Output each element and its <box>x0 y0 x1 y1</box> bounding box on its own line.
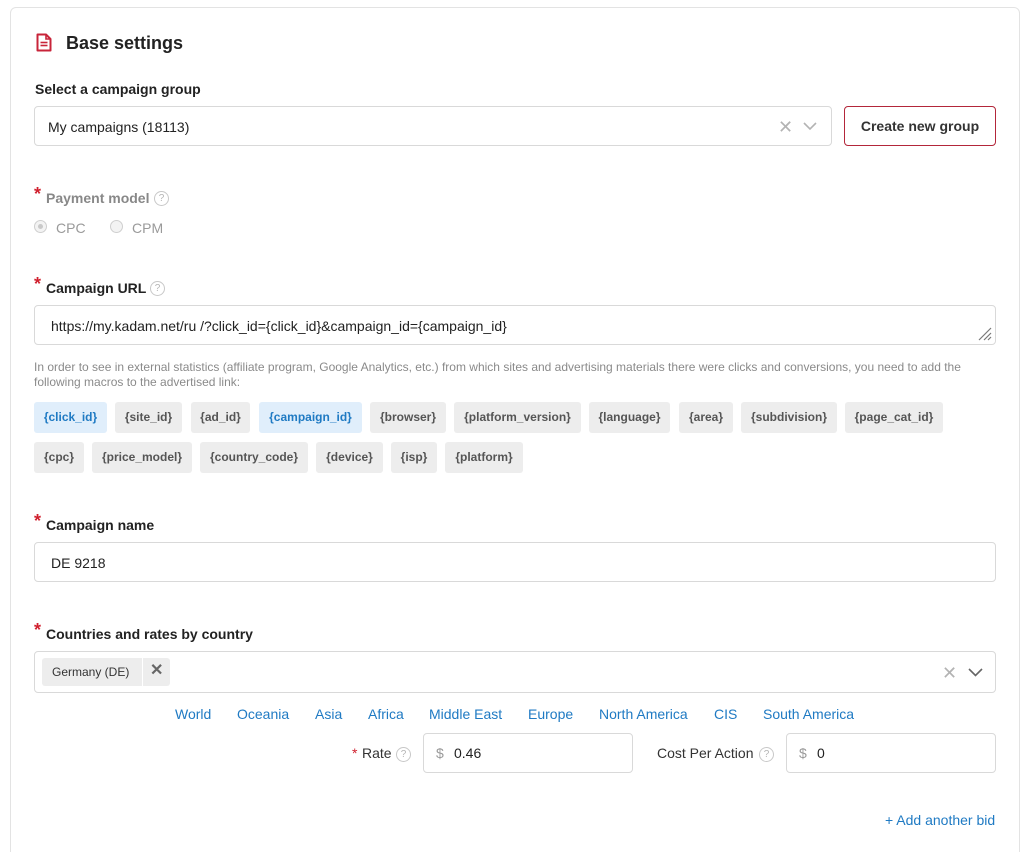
macro-chip[interactable]: {browser} <box>370 402 446 433</box>
macro-chip[interactable]: {country_code} <box>200 442 308 473</box>
countries-multiselect[interactable]: ✕ <box>34 651 996 693</box>
resize-handle-icon[interactable] <box>978 327 992 341</box>
campaign-name-label: Campaign name <box>46 517 155 533</box>
required-mark: * <box>34 184 42 204</box>
region-link-middle-east[interactable]: Middle East <box>429 706 502 722</box>
create-new-group-button[interactable]: Create new group <box>844 106 996 146</box>
radio-cpm[interactable] <box>110 220 123 233</box>
campaign-group-selected: My campaigns (18113) <box>48 119 190 135</box>
required-mark: * <box>34 620 42 640</box>
macro-chip[interactable]: {platform_version} <box>454 402 581 433</box>
radio-cpm-label: CPM <box>132 220 164 236</box>
campaign-name-value: DE 9218 <box>51 555 106 571</box>
remove-tag-icon[interactable]: ✕ <box>150 663 163 679</box>
macro-chip[interactable]: {price_model} <box>92 442 192 473</box>
help-icon[interactable]: ? <box>759 747 774 762</box>
campaign-url-value: https://my.kadam.net/ru /?click_id={clic… <box>51 318 507 334</box>
document-icon <box>36 33 52 52</box>
required-mark: * <box>34 274 42 294</box>
chevron-down-icon[interactable] <box>803 122 817 131</box>
required-mark: * <box>352 745 358 761</box>
macro-chip[interactable]: {cpc} <box>34 442 84 473</box>
required-mark: * <box>34 511 42 531</box>
macro-chip[interactable]: {isp} <box>391 442 437 473</box>
rate-value: 0.46 <box>454 745 482 761</box>
cpa-value: 0 <box>817 745 825 761</box>
region-link-oceania[interactable]: Oceania <box>237 706 289 722</box>
country-tag-label: Germany (DE) <box>52 665 130 679</box>
section-title: Base settings <box>66 33 184 53</box>
currency-symbol: $ <box>799 745 807 761</box>
region-link-europe[interactable]: Europe <box>528 706 573 722</box>
rate-input[interactable]: $ 0.46 <box>423 733 633 773</box>
campaign-url-label: Campaign URL <box>46 280 147 296</box>
add-another-bid-link[interactable]: + Add another bid <box>885 812 995 828</box>
macro-chip[interactable]: {area} <box>679 402 733 433</box>
macro-chip[interactable]: {language} <box>589 402 670 433</box>
region-link-africa[interactable]: Africa <box>368 706 404 722</box>
macro-chip[interactable]: {ad_id} <box>191 402 250 433</box>
countries-label: Countries and rates by country <box>46 626 253 642</box>
tag-divider <box>142 658 143 686</box>
radio-cpc-label: CPC <box>56 220 86 236</box>
rate-label: Rate <box>362 745 392 761</box>
chevron-down-icon[interactable] <box>968 668 983 677</box>
campaign-group-select[interactable]: My campaigns (18113) ✕ <box>34 106 832 146</box>
help-icon[interactable]: ? <box>154 191 169 206</box>
region-link-asia[interactable]: Asia <box>315 706 342 722</box>
macro-chip[interactable]: {platform} <box>445 442 523 473</box>
help-icon[interactable]: ? <box>396 747 411 762</box>
macro-chip[interactable]: {subdivision} <box>741 402 837 433</box>
macro-chip[interactable]: {site_id} <box>115 402 182 433</box>
region-link-world[interactable]: World <box>175 706 211 722</box>
macro-chip[interactable]: {device} <box>316 442 383 473</box>
campaign-name-input[interactable]: DE 9218 <box>34 542 996 582</box>
currency-symbol: $ <box>436 745 444 761</box>
clear-selection-icon[interactable]: ✕ <box>778 118 793 136</box>
macro-chip[interactable]: {page_cat_id} <box>845 402 943 433</box>
region-link-south-america[interactable]: South America <box>763 706 854 722</box>
macros-hint: In order to see in external statistics (… <box>34 360 961 389</box>
clear-selection-icon[interactable]: ✕ <box>942 664 957 682</box>
help-icon[interactable]: ? <box>150 281 165 296</box>
campaign-group-label: Select a campaign group <box>35 81 201 97</box>
campaign-url-textarea[interactable]: https://my.kadam.net/ru /?click_id={clic… <box>34 305 996 345</box>
region-link-north-america[interactable]: North America <box>599 706 688 722</box>
macro-chip[interactable]: {click_id} <box>34 402 107 433</box>
cpa-input[interactable]: $ 0 <box>786 733 996 773</box>
payment-model-label: Payment model <box>46 190 150 206</box>
cpa-label: Cost Per Action <box>657 745 754 761</box>
region-link-cis[interactable]: CIS <box>714 706 737 722</box>
radio-cpc[interactable] <box>34 220 47 233</box>
country-tag: Germany (DE) ✕ <box>42 658 170 686</box>
macro-chip[interactable]: {campaign_id} <box>259 402 362 433</box>
